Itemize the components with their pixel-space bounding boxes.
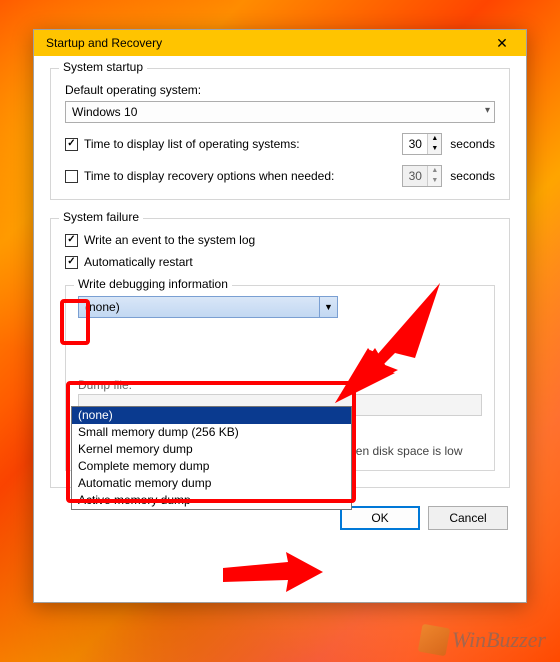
time-list-spinner[interactable]: ▲▼ — [402, 133, 442, 155]
dialog-title: Startup and Recovery — [46, 36, 482, 50]
spinner-down-icon: ▼ — [428, 176, 441, 186]
time-recovery-row: Time to display recovery options when ne… — [65, 165, 495, 187]
cancel-label: Cancel — [449, 511, 486, 525]
time-list-row: Time to display list of operating system… — [65, 133, 495, 155]
default-os-value: Windows 10 — [72, 105, 137, 119]
chevron-down-icon: ▼ — [319, 297, 337, 317]
spinner-up-icon[interactable]: ▲ — [428, 134, 441, 144]
system-failure-legend: System failure — [59, 210, 143, 224]
auto-restart-checkbox[interactable] — [65, 256, 78, 269]
ok-label: OK — [371, 511, 388, 525]
system-startup-legend: System startup — [59, 60, 147, 74]
time-list-checkbox[interactable] — [65, 138, 78, 151]
debug-dropdown[interactable]: (none) ▼ — [78, 296, 338, 318]
close-button[interactable]: ✕ — [482, 33, 522, 53]
time-recovery-label: Time to display recovery options when ne… — [84, 169, 334, 183]
watermark-text: WinBuzzer — [452, 627, 546, 653]
titlebar[interactable]: Startup and Recovery ✕ — [34, 30, 526, 56]
ok-button[interactable]: OK — [340, 506, 420, 530]
write-event-checkbox[interactable] — [65, 234, 78, 247]
chevron-down-icon: ▾ — [485, 105, 490, 116]
spinner-up-icon: ▲ — [428, 166, 441, 176]
dropdown-option[interactable]: Kernel memory dump — [72, 441, 351, 458]
debug-dropdown-value: (none) — [85, 300, 120, 314]
system-startup-group: System startup Default operating system:… — [50, 68, 510, 200]
cancel-button[interactable]: Cancel — [428, 506, 508, 530]
watermark-icon — [418, 624, 450, 656]
auto-restart-row: Automatically restart — [65, 255, 495, 269]
dropdown-option[interactable]: (none) — [72, 407, 351, 424]
dropdown-option[interactable]: Complete memory dump — [72, 458, 351, 475]
default-os-label: Default operating system: — [65, 83, 495, 97]
debug-info-legend: Write debugging information — [74, 277, 232, 291]
write-event-label: Write an event to the system log — [84, 233, 255, 247]
dump-file-label: Dump file: — [78, 378, 482, 392]
spinner-down-icon[interactable]: ▼ — [428, 144, 441, 154]
time-list-value[interactable] — [403, 134, 427, 154]
dropdown-option[interactable]: Active memory dump — [72, 492, 351, 509]
startup-recovery-dialog: Startup and Recovery ✕ System startup De… — [33, 29, 527, 603]
watermark: WinBuzzer — [420, 626, 546, 654]
close-icon: ✕ — [496, 35, 508, 52]
dropdown-option[interactable]: Automatic memory dump — [72, 475, 351, 492]
time-recovery-value — [403, 166, 427, 186]
time-recovery-spinner: ▲▼ — [402, 165, 442, 187]
time-list-unit: seconds — [450, 137, 495, 151]
time-recovery-checkbox[interactable] — [65, 170, 78, 183]
time-list-label: Time to display list of operating system… — [84, 137, 300, 151]
write-event-row: Write an event to the system log — [65, 233, 495, 247]
dropdown-option[interactable]: Small memory dump (256 KB) — [72, 424, 351, 441]
debug-dropdown-list[interactable]: (none) Small memory dump (256 KB) Kernel… — [71, 406, 352, 510]
default-os-combo[interactable]: Windows 10 ▾ — [65, 101, 495, 123]
auto-restart-label: Automatically restart — [84, 255, 193, 269]
time-recovery-unit: seconds — [450, 169, 495, 183]
